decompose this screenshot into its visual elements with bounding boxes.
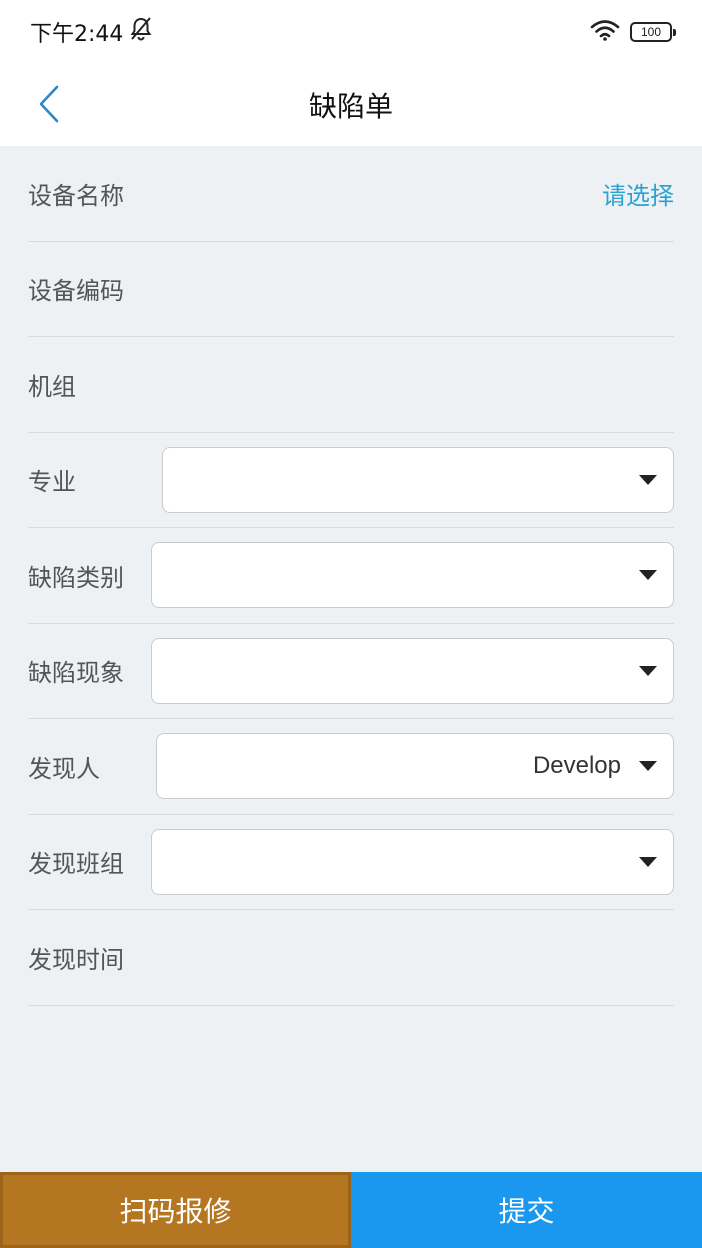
chevron-left-icon — [37, 84, 61, 128]
submit-button[interactable]: 提交 — [351, 1172, 702, 1248]
defect-category-dropdown[interactable] — [151, 542, 674, 609]
defect-phenomenon-label: 缺陷现象 — [28, 659, 124, 688]
status-bar: 下午2:44 100 — [0, 0, 702, 64]
caret-down-icon — [639, 570, 657, 581]
form-row-discovery-team: 发现班组 — [28, 815, 674, 910]
defect-phenomenon-dropdown[interactable] — [151, 637, 674, 704]
form-row-discoverer: 发现人 Develop — [28, 719, 674, 815]
page-title: 缺陷单 — [308, 90, 393, 123]
defect-category-label: 缺陷类别 — [28, 563, 124, 592]
battery-icon: 100 — [630, 22, 676, 42]
device-name-select[interactable]: 请选择 — [602, 176, 674, 211]
status-right: 100 — [590, 19, 676, 45]
caret-down-icon — [639, 856, 657, 867]
defect-form: 设备名称 请选择 设备编码 机组 专业 缺陷类别 缺陷现象 发现人 Develo… — [28, 146, 674, 1006]
form-row-device-name: 设备名称 请选择 — [28, 146, 674, 242]
form-row-unit: 机组 — [28, 337, 674, 433]
discoverer-label: 发现人 — [28, 754, 100, 783]
caret-down-icon — [639, 761, 657, 772]
status-left: 下午2:44 — [30, 16, 153, 48]
bottom-action-bar: 扫码报修 提交 — [0, 1172, 702, 1248]
status-time: 下午2:44 — [30, 22, 124, 47]
caret-down-icon — [639, 474, 657, 485]
specialty-dropdown[interactable] — [162, 446, 674, 513]
device-name-label: 设备名称 — [28, 181, 124, 210]
discoverer-dropdown[interactable]: Develop — [156, 733, 674, 800]
form-row-discovery-time[interactable]: 发现时间 — [28, 910, 674, 1006]
discovery-team-dropdown[interactable] — [151, 828, 674, 895]
discovery-time-label: 发现时间 — [28, 945, 124, 974]
specialty-label: 专业 — [28, 468, 76, 497]
form-row-defect-phenomenon: 缺陷现象 — [28, 624, 674, 719]
back-button[interactable] — [24, 76, 74, 136]
defect-form-screen: 下午2:44 100 缺陷单 设备名称 请选择 设备编码 机组 专业 缺陷类别 … — [0, 0, 702, 1248]
scan-repair-button[interactable]: 扫码报修 — [0, 1172, 351, 1248]
discovery-team-label: 发现班组 — [28, 850, 124, 879]
bell-off-icon — [129, 16, 153, 48]
wifi-icon — [590, 19, 620, 45]
device-code-label: 设备编码 — [28, 277, 124, 306]
unit-label: 机组 — [28, 372, 76, 401]
form-row-defect-category: 缺陷类别 — [28, 528, 674, 624]
caret-down-icon — [639, 665, 657, 676]
form-row-specialty: 专业 — [28, 433, 674, 528]
form-row-device-code: 设备编码 — [28, 242, 674, 337]
discoverer-value: Develop — [532, 752, 621, 780]
nav-bar: 缺陷单 — [0, 64, 702, 146]
